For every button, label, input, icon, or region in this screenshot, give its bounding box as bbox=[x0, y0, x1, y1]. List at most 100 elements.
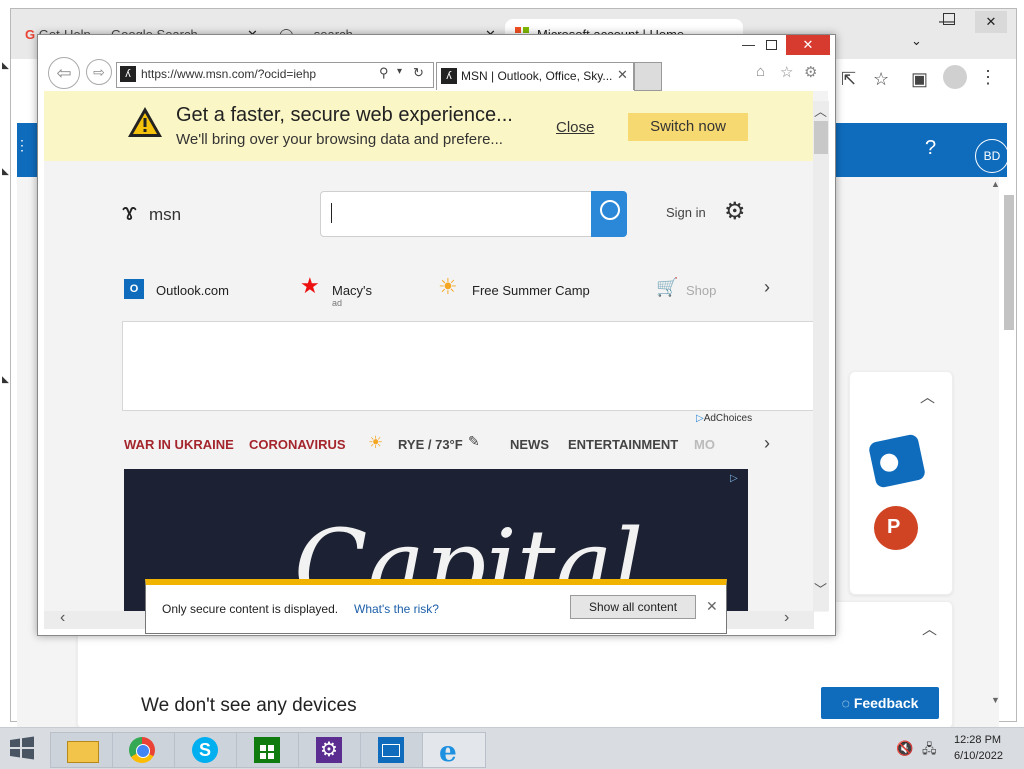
maximize-icon[interactable] bbox=[943, 13, 955, 25]
nav-war-in-ukraine[interactable]: WAR IN UKRAINE bbox=[124, 437, 234, 452]
security-notification-bar: Only secure content is displayed. What's… bbox=[145, 579, 727, 634]
feedback-label: Feedback bbox=[853, 695, 919, 711]
whats-the-risk-link[interactable]: What's the risk? bbox=[354, 602, 439, 616]
feedback-button[interactable]: ◌ Feedback bbox=[821, 687, 939, 719]
text-cursor bbox=[331, 203, 332, 223]
edit-pencil-icon[interactable]: ✎ bbox=[468, 433, 480, 450]
folder-icon bbox=[67, 741, 99, 763]
nav-entertainment[interactable]: ENTERTAINMENT bbox=[568, 437, 678, 452]
minimize-icon[interactable]: — bbox=[742, 37, 755, 52]
outlook-icon: O bbox=[124, 279, 144, 299]
shopping-cart-icon: 🛒 bbox=[656, 277, 679, 297]
help-icon[interactable]: ? bbox=[925, 137, 936, 160]
settings-gear-icon: ⚙ bbox=[316, 737, 342, 763]
address-text[interactable]: https://www.msn.com/?ocid=iehp bbox=[141, 67, 316, 81]
desktop-edge-icon: ◣ bbox=[2, 60, 9, 70]
close-link[interactable]: Close bbox=[556, 119, 594, 136]
taskbar-file-explorer[interactable] bbox=[50, 732, 114, 768]
ie-tab-msn[interactable]: ʎ MSN | Outlook, Office, Sky... ✕ bbox=[436, 62, 634, 90]
sun-icon: ☀ bbox=[438, 274, 458, 299]
profile-icon[interactable] bbox=[943, 65, 967, 89]
taskbar-chrome[interactable] bbox=[112, 732, 176, 768]
taskbar-mail[interactable] bbox=[360, 732, 424, 768]
avatar[interactable]: BD bbox=[975, 139, 1009, 173]
gear-icon[interactable]: ⚙ bbox=[804, 63, 817, 81]
nav-news[interactable]: NEWS bbox=[510, 437, 549, 452]
scroll-left-icon[interactable]: ‹ bbox=[60, 609, 65, 627]
home-icon[interactable]: ⌂ bbox=[756, 63, 765, 80]
scroll-down-icon[interactable]: ▼ bbox=[991, 695, 1000, 705]
favorites-star-icon[interactable]: ☆ bbox=[780, 63, 793, 81]
back-icon[interactable]: ⇦ bbox=[48, 57, 80, 89]
app-launcher-icon[interactable]: ⋮ bbox=[15, 137, 29, 154]
taskbar-internet-explorer[interactable]: e bbox=[422, 732, 486, 768]
close-tab-icon[interactable]: ✕ bbox=[617, 67, 628, 83]
quick-link-summer-camp[interactable]: Free Summer Camp bbox=[472, 283, 590, 298]
mail-icon bbox=[378, 737, 404, 763]
quick-link-shop[interactable]: Shop bbox=[686, 283, 716, 298]
adchoices-link[interactable]: ▷AdChoices bbox=[696, 413, 752, 424]
close-icon[interactable]: ✕ bbox=[706, 598, 718, 615]
msn-logo[interactable]: msn bbox=[149, 205, 181, 225]
adchoices-icon[interactable]: ▷ bbox=[730, 473, 738, 484]
nav-weather[interactable]: RYE / 73°F bbox=[398, 437, 463, 452]
clock-date[interactable]: 6/10/2022 bbox=[954, 750, 1003, 762]
scrollbar-thumb[interactable] bbox=[814, 121, 828, 154]
switch-now-button[interactable]: Switch now bbox=[628, 113, 748, 141]
show-all-content-button[interactable]: Show all content bbox=[570, 595, 696, 619]
close-window-icon[interactable]: ✕ bbox=[975, 11, 1007, 33]
msn-search-input[interactable] bbox=[320, 191, 592, 237]
windows-start-icon[interactable] bbox=[8, 736, 36, 760]
store-icon bbox=[254, 737, 280, 763]
chevron-down-icon[interactable]: ﹀ bbox=[814, 579, 827, 598]
msn-butterfly-icon: ɤ bbox=[122, 199, 137, 226]
chevron-up-icon[interactable]: ︿ bbox=[814, 101, 827, 120]
quick-link-macys[interactable]: Macy's bbox=[332, 283, 372, 298]
scroll-right-icon[interactable]: › bbox=[784, 609, 789, 627]
network-icon[interactable]: 🖧 bbox=[922, 740, 937, 762]
notification-title: Get a faster, secure web experience... bbox=[176, 104, 513, 126]
address-bar[interactable]: ʎ https://www.msn.com/?ocid=iehp ⚲ ▾ ↻ bbox=[116, 62, 434, 88]
nav-coronavirus[interactable]: CORONAVIRUS bbox=[249, 437, 346, 452]
chevron-up-icon[interactable]: ︿ bbox=[920, 386, 935, 407]
chevron-right-icon[interactable]: › bbox=[764, 433, 770, 454]
sidebar-icon[interactable]: ▣ bbox=[911, 69, 928, 90]
desktop-edge-icon: ◣ bbox=[2, 166, 9, 176]
chevron-up-icon[interactable]: ︿ bbox=[922, 618, 937, 639]
taskbar-skype[interactable]: S bbox=[174, 732, 238, 768]
sign-in-link[interactable]: Sign in bbox=[666, 205, 706, 220]
ie-vertical-scrollbar[interactable] bbox=[813, 101, 829, 611]
nav-more[interactable]: MO bbox=[694, 437, 715, 452]
security-message: Only secure content is displayed. bbox=[162, 602, 339, 616]
ie-window: — ✕ ⇦ ⇨ ʎ https://www.msn.com/?ocid=iehp… bbox=[37, 34, 836, 636]
devices-title: We don't see any devices bbox=[141, 695, 357, 716]
taskbar-store[interactable] bbox=[236, 732, 300, 768]
search-icon[interactable]: ⚲ bbox=[379, 65, 389, 81]
menu-icon[interactable]: ⋮ bbox=[979, 67, 997, 88]
refresh-icon[interactable]: ↻ bbox=[413, 65, 424, 81]
scrollbar-thumb[interactable] bbox=[1004, 195, 1014, 330]
macys-star-icon: ★ bbox=[300, 273, 320, 298]
msn-search-button[interactable] bbox=[591, 191, 627, 237]
ad-placeholder bbox=[122, 321, 828, 411]
quick-link-outlook[interactable]: Outlook.com bbox=[156, 283, 229, 298]
chevron-right-icon[interactable]: › bbox=[764, 277, 770, 298]
ie-icon: e bbox=[439, 735, 457, 768]
forward-icon[interactable]: ⇨ bbox=[86, 59, 112, 85]
maximize-icon[interactable] bbox=[766, 40, 777, 50]
dropdown-icon[interactable]: ▾ bbox=[397, 66, 402, 77]
skype-icon: S bbox=[192, 737, 218, 763]
outlook-app-icon bbox=[867, 433, 927, 489]
volume-muted-icon[interactable]: 🔇 bbox=[896, 740, 913, 757]
chat-icon: ◌ bbox=[841, 695, 850, 711]
chevron-down-icon[interactable]: ⌄ bbox=[911, 33, 922, 49]
scroll-up-icon[interactable]: ▲ bbox=[991, 179, 1000, 189]
taskbar-settings[interactable]: ⚙ bbox=[298, 732, 362, 768]
new-tab-button[interactable] bbox=[634, 62, 662, 91]
google-icon: G bbox=[25, 27, 36, 42]
gear-icon[interactable]: ⚙ bbox=[724, 197, 746, 226]
star-icon[interactable]: ☆ bbox=[873, 69, 889, 90]
close-window-icon[interactable]: ✕ bbox=[786, 35, 830, 55]
clock-time[interactable]: 12:28 PM bbox=[954, 734, 1001, 746]
share-icon[interactable]: ⇱ bbox=[841, 69, 856, 90]
